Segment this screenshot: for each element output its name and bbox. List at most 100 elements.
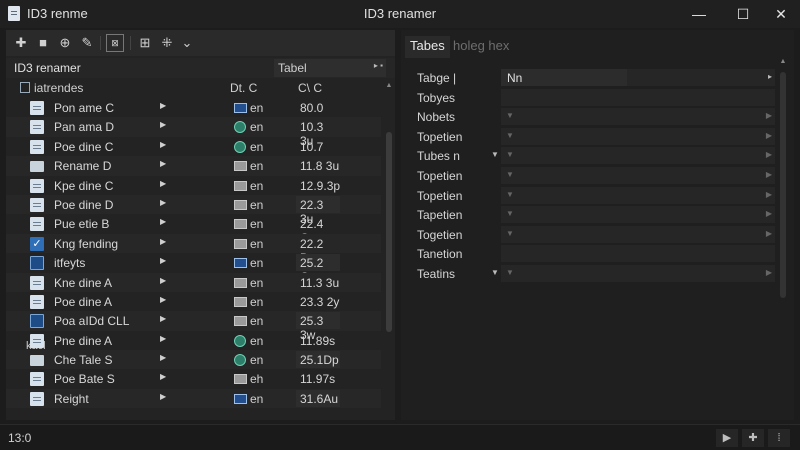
property-value-field[interactable]: ▼ ▶: [501, 147, 775, 165]
camera-icon[interactable]: ■: [34, 34, 52, 52]
expand-arrow-icon[interactable]: ▶: [160, 101, 166, 110]
value-dropdown-icon[interactable]: ▼: [506, 229, 514, 238]
value-dropdown-icon[interactable]: ▼: [506, 209, 514, 218]
value-dropdown-icon[interactable]: ▼: [506, 131, 514, 140]
toolbar-separator: [100, 36, 101, 50]
properties-scrollbar[interactable]: ▲: [779, 58, 787, 306]
chevron-down-icon[interactable]: ⌄: [178, 34, 196, 52]
grid-icon[interactable]: ⊞: [136, 34, 154, 52]
expand-icon[interactable]: ⁜: [158, 34, 176, 52]
search-icon[interactable]: ⊕: [56, 34, 74, 52]
column-header-type[interactable]: Dt. C: [230, 81, 257, 95]
expand-arrow-icon[interactable]: ▶: [160, 237, 166, 246]
file-row[interactable]: Kpe dine C ▶ en 12.9.3p: [6, 176, 381, 195]
expand-arrow-icon[interactable]: ▶: [160, 372, 166, 381]
file-list: Pon ame C▶en80.0 2ePan ama D▶en10.3 3uPo…: [6, 98, 381, 409]
dropdown-arrow-icon[interactable]: ▼: [491, 268, 499, 277]
close-button[interactable]: ✕: [770, 3, 792, 25]
expand-arrow-icon[interactable]: ▶: [160, 120, 166, 129]
file-row[interactable]: Pon ame C ▶ en 80.0 2e: [6, 98, 381, 129]
file-row[interactable]: Kne dine A ▶ en 11.3 3u: [6, 272, 381, 292]
value-next-icon[interactable]: ▶: [766, 131, 772, 140]
value-dropdown-icon[interactable]: ▼: [506, 111, 514, 120]
property-value-field[interactable]: ▼ ▶: [501, 167, 775, 184]
file-row[interactable]: Poe dine A ▶ en 23.3 2y: [6, 292, 381, 311]
property-value-field[interactable]: ▼ ▶: [501, 108, 775, 126]
value-next-icon[interactable]: ▶: [766, 209, 772, 218]
value-dropdown-icon[interactable]: ▼: [506, 268, 514, 277]
play-button[interactable]: ▶: [716, 429, 738, 447]
expand-arrow-icon[interactable]: ▶: [160, 198, 166, 207]
file-name: itfeyts: [54, 256, 86, 271]
value-arrow-icon[interactable]: ▸: [768, 72, 772, 81]
expand-arrow-icon[interactable]: ▶: [160, 295, 166, 304]
expand-arrow-icon[interactable]: ▶: [160, 217, 166, 226]
expand-arrow-icon[interactable]: ▶: [160, 334, 166, 343]
add-icon[interactable]: ✚: [12, 34, 30, 52]
property-value-field[interactable]: [501, 88, 775, 106]
file-row[interactable]: Che Tale S ▶ en 25.1Dp: [6, 350, 381, 370]
expand-arrow-icon[interactable]: ▶: [160, 179, 166, 188]
value-dropdown-icon[interactable]: ▼: [506, 190, 514, 199]
expand-arrow-icon[interactable]: ▶: [160, 276, 166, 285]
property-value: Nn: [507, 71, 523, 85]
value-next-icon[interactable]: ▶: [766, 111, 772, 120]
property-value-field[interactable]: Nn ▸: [501, 69, 775, 86]
property-row: Topetien ▼ ▶: [401, 166, 779, 186]
tag-filter-arrow-icon[interactable]: ▸ ▪: [374, 61, 383, 70]
property-value-field[interactable]: [501, 245, 775, 263]
file-type-icon: [234, 258, 247, 269]
file-row[interactable]: itfeyts ▶ en 25.2 Ov: [6, 253, 381, 284]
more-button[interactable]: ⁞: [768, 429, 790, 447]
minimize-button[interactable]: —: [688, 3, 710, 25]
file-row[interactable]: Rename D ▶ en 11.8 3u: [6, 156, 381, 176]
value-next-icon[interactable]: ▶: [766, 170, 772, 179]
property-label: Topetien: [417, 188, 463, 203]
value-dropdown-icon[interactable]: ▼: [506, 150, 514, 159]
property-value-field[interactable]: ▼ ▶: [501, 225, 775, 243]
expand-arrow-icon[interactable]: ▶: [160, 392, 166, 401]
property-value-field[interactable]: ▼ ▶: [501, 206, 775, 224]
property-row: Topetien ▼ ▶: [401, 127, 779, 147]
expand-arrow-icon[interactable]: ▶: [160, 314, 166, 323]
expand-arrow-icon[interactable]: ▶: [160, 353, 166, 362]
screenshot-icon[interactable]: ⊠: [106, 34, 124, 52]
file-row[interactable]: Poe Bate S ▶ eh 11.97s: [6, 369, 381, 388]
value-dropdown-icon[interactable]: ▼: [506, 170, 514, 179]
file-row[interactable]: ✓ Kng fending ▶ en 22.2 Bu: [6, 233, 381, 265]
property-value-field[interactable]: ▼ ▶: [501, 127, 775, 145]
expand-arrow-icon[interactable]: ▶: [160, 140, 166, 149]
add-button[interactable]: ✚: [742, 429, 764, 447]
scrollbar-thumb[interactable]: [386, 132, 392, 332]
property-value-field[interactable]: ▼ ▶: [501, 186, 775, 204]
value-next-icon[interactable]: ▶: [766, 150, 772, 159]
value-next-icon[interactable]: ▶: [766, 268, 772, 277]
expand-arrow-icon[interactable]: ▶: [160, 159, 166, 168]
dropdown-arrow-icon[interactable]: ▼: [491, 150, 499, 159]
scroll-up-icon[interactable]: ▲: [779, 58, 787, 65]
tab-hex[interactable]: holeg hex: [453, 36, 509, 58]
tag-icon[interactable]: ✎: [78, 34, 96, 52]
property-row: Tubes n ▼ ▼ ▶: [401, 146, 779, 166]
property-value-field[interactable]: ▼ ▶: [501, 265, 775, 282]
maximize-button[interactable]: ☐: [732, 3, 754, 25]
tag-filter-field[interactable]: Tabel ▸ ▪: [274, 59, 386, 77]
column-header-size[interactable]: C\ C: [298, 81, 322, 95]
tab-tags[interactable]: Tabes: [405, 36, 450, 58]
file-list-scrollbar[interactable]: ▲ ▼: [385, 82, 393, 436]
scroll-up-icon[interactable]: ▲: [385, 82, 393, 89]
document-icon: [30, 139, 44, 154]
file-size: 25.3 3w: [296, 312, 340, 342]
file-row[interactable]: Poa aIDd CLL ▶ en 25.3 3w: [6, 311, 381, 342]
scrollbar-thumb[interactable]: [780, 72, 786, 298]
file-row[interactable]: Poe dine C ▶ en 10.7 3u: [6, 137, 381, 168]
file-row[interactable]: Reight ▶ en 31.6Au: [6, 388, 381, 409]
file-row[interactable]: Pan ama D ▶ en 10.3 3u: [6, 117, 381, 148]
value-next-icon[interactable]: ▶: [766, 229, 772, 238]
file-row[interactable]: Poe dine D ▶ en 22.3 3u: [6, 194, 381, 226]
column-header-name[interactable]: iatrendes: [34, 81, 83, 95]
file-row[interactable]: Pue etie B ▶ en 22.4 Cu: [6, 214, 381, 245]
expand-arrow-icon[interactable]: ▶: [160, 256, 166, 265]
value-next-icon[interactable]: ▶: [766, 190, 772, 199]
file-row[interactable]: Pne dine A ▶ en 11.89s: [6, 331, 381, 350]
